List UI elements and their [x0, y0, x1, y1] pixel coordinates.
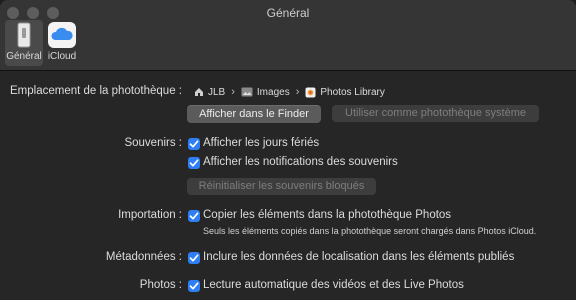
preferences-window: Général Général iCloud Emplacement de la… [0, 0, 576, 300]
checkmark-icon [189, 212, 199, 220]
tab-icloud-label: iCloud [47, 51, 77, 62]
show-memory-notifications-checkbox[interactable] [188, 157, 200, 169]
tab-general[interactable]: Général [5, 20, 43, 66]
include-location-label: Inclure les données de localisation dans… [203, 251, 515, 263]
autoplay-label: Lecture automatique des vidéos et des Li… [203, 279, 464, 291]
copy-items-label: Copier les éléments dans la photothèque … [203, 209, 452, 221]
chevron-right-icon: › [231, 86, 235, 98]
show-holidays-label: Afficher les jours fériés [203, 137, 320, 149]
show-holidays-checkbox[interactable] [188, 138, 200, 150]
use-as-system-library-button[interactable]: Utiliser comme photothèque système [332, 105, 539, 122]
icloud-icon [48, 22, 76, 48]
show-in-finder-button[interactable]: Afficher dans le Finder [187, 105, 321, 123]
path-segment-images: Images [256, 86, 290, 98]
tab-icloud[interactable]: iCloud [43, 20, 81, 66]
autoplay-checkbox[interactable] [188, 280, 200, 292]
title-bar: Général Général iCloud [0, 0, 576, 71]
checkmark-icon [189, 282, 199, 290]
general-settings-icon [17, 22, 31, 48]
copy-items-note: Seuls les éléments copiés dans la photot… [203, 226, 537, 236]
tab-general-label: Général [6, 51, 42, 62]
reset-blocked-memories-button[interactable]: Réinitialiser les souvenirs bloqués [187, 178, 376, 195]
include-location-checkbox[interactable] [188, 252, 200, 264]
copy-items-checkbox[interactable] [188, 210, 200, 222]
path-segment-library: Photos Library [320, 86, 385, 98]
photos-label: Photos : [139, 279, 182, 291]
import-label: Importation : [118, 209, 182, 221]
checkmark-icon [189, 140, 199, 148]
metadata-label: Métadonnées : [105, 251, 182, 263]
photos-library-icon [305, 87, 316, 97]
show-memory-notifications-label: Afficher les notifications des souvenirs [203, 156, 398, 168]
memories-label: Souvenirs : [124, 137, 182, 149]
home-icon [195, 88, 203, 96]
path-segment-user: JLB [208, 86, 226, 98]
checkmark-icon [189, 254, 199, 262]
window-title: Général [266, 6, 310, 20]
library-location-label: Emplacement de la photothèque : [10, 85, 182, 97]
chevron-right-icon: › [295, 86, 300, 98]
checkmark-icon [189, 159, 199, 167]
images-folder-icon [241, 87, 253, 97]
library-path-breadcrumb: JLB › Images › Photos Library [194, 86, 385, 98]
